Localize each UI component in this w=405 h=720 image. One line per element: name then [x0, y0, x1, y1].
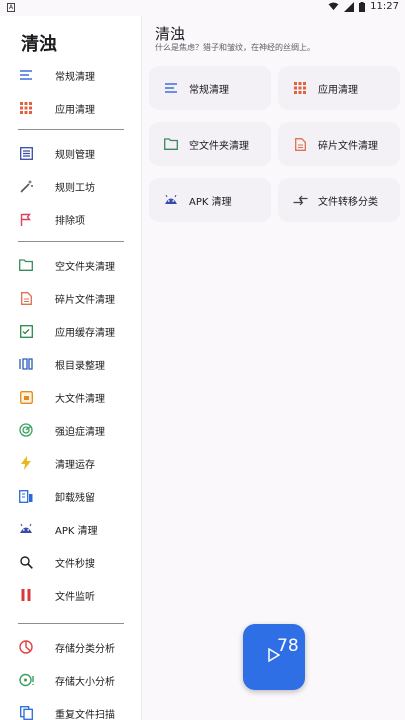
- drawer-item-storage-category[interactable]: 存储分类分析: [0, 632, 141, 662]
- wand-icon: [18, 178, 34, 194]
- size-icon: [18, 672, 34, 688]
- columns-icon: [18, 356, 34, 372]
- lines-icon: [163, 80, 179, 96]
- drawer-item-general-clean[interactable]: 常规清理: [0, 60, 141, 90]
- search-icon: [18, 554, 34, 570]
- drawer-item-storage-size[interactable]: 存储大小分析: [0, 665, 141, 695]
- drawer-item-large-files[interactable]: 大文件清理: [0, 382, 141, 412]
- drawer-item-file-monitor[interactable]: 文件监听: [0, 580, 141, 610]
- android-icon: [18, 521, 34, 537]
- notification-icon: A: [7, 3, 15, 12]
- folder-icon: [163, 136, 179, 152]
- drawer-item-fragment-files[interactable]: 碎片文件清理: [0, 283, 141, 313]
- card-general-clean[interactable]: 常规清理: [149, 66, 271, 110]
- drawer-item-rule-manage[interactable]: 规则管理: [0, 138, 141, 168]
- android-icon: [163, 192, 179, 208]
- check-box-icon: [18, 323, 34, 339]
- drawer-item-app-clean[interactable]: 应用清理: [0, 93, 141, 123]
- page-title: 清浊: [155, 25, 186, 43]
- pie-icon: [18, 639, 34, 655]
- uninstall-icon: [18, 488, 34, 504]
- grid-icon: [292, 80, 308, 96]
- floating-widget[interactable]: 78: [243, 624, 305, 690]
- navigation-drawer: 清浊 常规清理 应用清理 规则管理 规则工坊 排除项 空文件夹清理 碎片文件清理…: [0, 16, 142, 720]
- drawer-divider: [18, 241, 124, 242]
- floating-widget-value: 78: [277, 636, 299, 656]
- flag-icon: [18, 211, 34, 227]
- drawer-item-ocd-clean[interactable]: 强迫症清理: [0, 415, 141, 445]
- copy-icon: [18, 705, 34, 720]
- drawer-item-apk-clean[interactable]: APK 清理: [0, 514, 141, 544]
- card-file-transfer[interactable]: 文件转移分类: [278, 178, 400, 222]
- file-icon: [18, 290, 34, 306]
- drawer-item-rule-workshop[interactable]: 规则工坊: [0, 171, 141, 201]
- drawer-divider: [18, 623, 124, 624]
- folder-icon: [18, 257, 34, 273]
- bolt-icon: [18, 455, 34, 471]
- drawer-item-root-organize[interactable]: 根目录整理: [0, 349, 141, 379]
- card-apk-clean[interactable]: APK 清理: [149, 178, 271, 222]
- radar-icon: [18, 422, 34, 438]
- lines-icon: [18, 67, 34, 83]
- drawer-item-file-search[interactable]: 文件秒搜: [0, 547, 141, 577]
- file-icon: [292, 136, 308, 152]
- battery-icon: [359, 1, 366, 12]
- status-bar: A 11:27: [0, 0, 405, 16]
- grid-icon: [18, 100, 34, 116]
- drawer-item-empty-folder[interactable]: 空文件夹清理: [0, 250, 141, 280]
- drawer-divider: [18, 129, 124, 130]
- drawer-title: 清浊: [21, 34, 57, 55]
- wifi-icon: [328, 2, 339, 11]
- drawer-item-uninstall-residue[interactable]: 卸载残留: [0, 481, 141, 511]
- list-icon: [18, 145, 34, 161]
- pause-icon: [18, 587, 34, 603]
- card-fragment-files[interactable]: 碎片文件清理: [278, 122, 400, 166]
- clock: 11:27: [370, 1, 399, 12]
- drawer-item-exclusions[interactable]: 排除项: [0, 204, 141, 234]
- drawer-item-clean-ram[interactable]: 清理运存: [0, 448, 141, 478]
- box-icon: [18, 389, 34, 405]
- card-app-clean[interactable]: 应用清理: [278, 66, 400, 110]
- card-empty-folder[interactable]: 空文件夹清理: [149, 122, 271, 166]
- signal-icon: [344, 1, 355, 12]
- drawer-item-duplicate-scan[interactable]: 重复文件扫描: [0, 698, 141, 720]
- drawer-item-app-cache[interactable]: 应用缓存清理: [0, 316, 141, 346]
- transfer-icon: [292, 192, 308, 208]
- page-subtitle: 什么是焦虑？猎子和皱纹，在神经的丝绸上。: [155, 43, 315, 52]
